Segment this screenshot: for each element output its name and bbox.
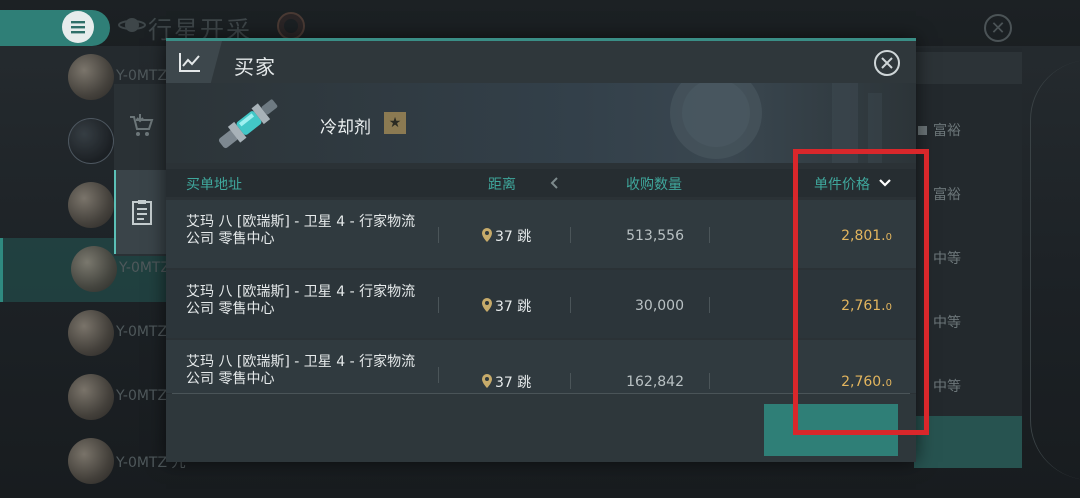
buyer-address: 艾玛 八 [欧瑞斯] - 卫星 4 - 行家物流公司 零售中心: [186, 214, 416, 247]
clipboard-tab[interactable]: [114, 170, 168, 254]
buyer-address: 艾玛 八 [欧瑞斯] - 卫星 4 - 行家物流公司 零售中心: [186, 354, 416, 387]
coolant-icon: [218, 99, 278, 149]
location-pin-icon: [482, 228, 492, 242]
chart-trend-icon: [179, 53, 200, 72]
location-pin-icon: [482, 374, 492, 388]
side-tabs: [114, 84, 168, 256]
background-close-button[interactable]: ✕: [984, 14, 1012, 42]
header-badge: [166, 41, 222, 83]
planet-label: Y-0MTZ: [116, 388, 168, 404]
col-distance[interactable]: 距离: [488, 174, 516, 194]
divider: [570, 297, 571, 313]
buy-quantity: 30,000: [635, 298, 684, 314]
planet-icon: [68, 118, 114, 164]
planet-row[interactable]: Y-0MTZ: [0, 366, 170, 430]
planet-icon: [68, 182, 114, 228]
divider: [709, 297, 710, 313]
chevron-left-icon[interactable]: [549, 176, 559, 190]
right-panel-header: [914, 52, 1022, 84]
divider: [438, 297, 439, 313]
planet-label: Y-0MTZ: [119, 260, 171, 276]
planet-icon: [71, 246, 117, 292]
highlight-box: [793, 149, 929, 435]
close-button[interactable]: [874, 50, 900, 76]
dialog-title: 买家: [234, 55, 276, 79]
star-badge: ★: [384, 112, 406, 134]
location-pin-icon: [482, 298, 492, 312]
jump-distance: 37 跳: [495, 299, 532, 315]
col-quantity[interactable]: 收购数量: [626, 174, 682, 194]
hamburger-icon: [71, 21, 85, 34]
jump-distance: 37 跳: [495, 229, 532, 245]
planet-row[interactable]: Y-0MTZ 九: [0, 430, 186, 494]
planet-label: Y-0MTZ: [116, 324, 168, 340]
cart-icon: [130, 114, 154, 136]
clipboard-icon: [132, 200, 152, 225]
planet-icon: [68, 438, 114, 484]
divider: [709, 227, 710, 243]
cart-tab[interactable]: [114, 84, 166, 168]
dialog-header: 买家: [166, 41, 916, 83]
col-address[interactable]: 买单地址: [186, 174, 242, 194]
divider: [570, 227, 571, 243]
planet-icon: [68, 310, 114, 356]
jump-distance: 37 跳: [495, 375, 532, 391]
close-icon: [881, 57, 893, 69]
divider: [709, 373, 710, 389]
planet-icon: [68, 374, 114, 420]
right-action-area: [914, 416, 1022, 468]
planet-label: Y-0MTZ: [116, 68, 168, 84]
divider: [438, 227, 439, 243]
buy-quantity: 162,842: [626, 374, 684, 390]
menu-button[interactable]: [62, 11, 94, 43]
target-icon: [277, 12, 305, 40]
planet-icon: [68, 54, 114, 100]
planet-logo-icon: [118, 18, 146, 32]
divider: [438, 367, 439, 383]
buyer-address: 艾玛 八 [欧瑞斯] - 卫星 4 - 行家物流公司 零售中心: [186, 284, 416, 317]
divider: [570, 373, 571, 389]
planet-row[interactable]: Y-0MTZ: [0, 302, 170, 366]
richness-label: 富裕: [918, 120, 961, 140]
item-name: 冷却剂: [320, 118, 371, 138]
decorative-arc: [1030, 60, 1080, 480]
buy-quantity: 513,556: [626, 228, 684, 244]
